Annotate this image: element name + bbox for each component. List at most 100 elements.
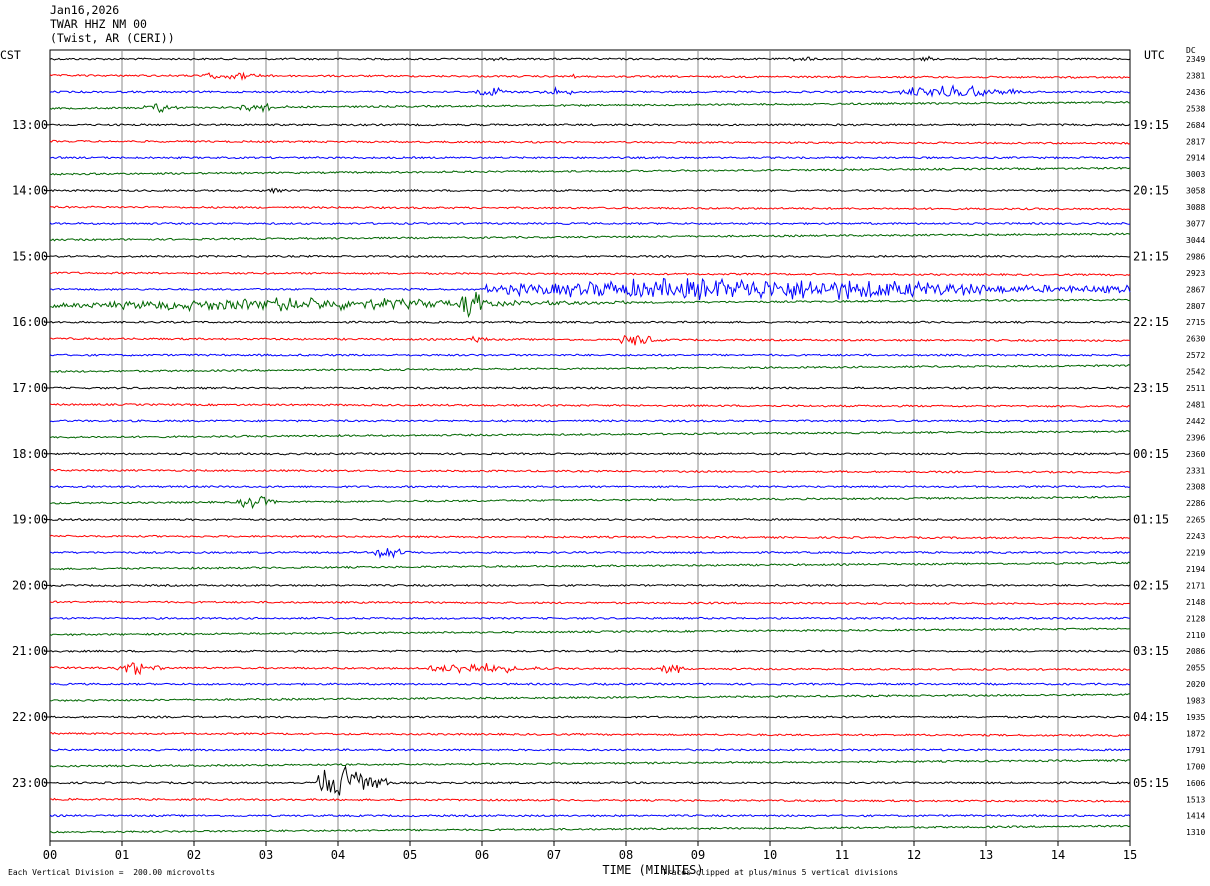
dc-offset-label: 2128: [1186, 614, 1205, 623]
x-tick-label: 12: [907, 848, 921, 862]
dc-offset-label: 2542: [1186, 368, 1205, 377]
dc-offset-label: 3058: [1186, 187, 1205, 196]
trace-line: [49, 166, 1131, 176]
x-tick-label: 05: [403, 848, 417, 862]
dc-offset-label: 2442: [1186, 417, 1205, 426]
dc-offset-label: 2914: [1186, 154, 1205, 163]
trace-line: [49, 334, 1131, 346]
x-tick-label: 06: [475, 848, 489, 862]
dc-offset-label: 1872: [1186, 729, 1205, 738]
x-tick-label: 02: [187, 848, 201, 862]
dc-offset-label: 3003: [1186, 170, 1205, 179]
trace-line: [49, 100, 1131, 114]
trace-line: [49, 402, 1131, 408]
dc-offset-label: 2381: [1186, 71, 1205, 80]
trace-line: [49, 693, 1131, 702]
trace-line: [49, 254, 1131, 258]
trace-line: [49, 232, 1131, 242]
cst-hour-label: 20:00: [12, 578, 48, 592]
trace-line: [49, 583, 1131, 587]
cst-hour-label: 22:00: [12, 710, 48, 724]
trace-line: [49, 485, 1131, 489]
x-tick-label: 14: [1051, 848, 1065, 862]
dc-offset-label: 2396: [1186, 433, 1205, 442]
x-tick-label: 13: [979, 848, 993, 862]
x-tick-label: 09: [691, 848, 705, 862]
dc-offset-label: 2715: [1186, 318, 1205, 327]
cst-hour-label: 18:00: [12, 447, 48, 461]
dc-offset-label: 2308: [1186, 483, 1205, 492]
cst-hour-label: 19:00: [12, 513, 48, 527]
dc-offset-label: 1791: [1186, 746, 1205, 755]
seismic-traces: [49, 55, 1131, 834]
dc-offset-label: 1983: [1186, 697, 1205, 706]
dc-offset-label: 1606: [1186, 779, 1205, 788]
utc-hour-label: 01:15: [1133, 513, 1169, 527]
axis-labels: 00 01 02 03 04 05 06 07 08 09 10 11 12 13 14 15TIME (MI…: [12, 55, 1205, 877]
utc-hour-label: 22:15: [1133, 315, 1169, 329]
dc-offset-label: 2194: [1186, 565, 1205, 574]
trace-line: [49, 419, 1131, 423]
trace-line: [49, 277, 1131, 301]
cst-hour-label: 14:00: [12, 184, 48, 198]
trace-line: [49, 682, 1131, 686]
utc-hour-label: 20:15: [1133, 184, 1169, 198]
trace-line: [49, 600, 1131, 606]
dc-offset-label: 2171: [1186, 581, 1205, 590]
trace-line: [49, 765, 1131, 796]
x-tick-label: 11: [835, 848, 849, 862]
dc-offset-label: 2572: [1186, 351, 1205, 360]
trace-line: [49, 797, 1131, 803]
dc-offset-label: 1310: [1186, 828, 1205, 837]
dc-offset-label: 2923: [1186, 269, 1205, 278]
trace-line: [49, 156, 1131, 160]
dc-offset-label: 2148: [1186, 598, 1205, 607]
trace-line: [49, 187, 1131, 195]
utc-hour-label: 00:15: [1133, 447, 1169, 461]
trace-line: [49, 429, 1131, 439]
trace-line: [49, 649, 1131, 653]
dc-offset-label: 2219: [1186, 549, 1205, 558]
dc-offset-label: 2086: [1186, 647, 1205, 656]
dc-offset-label: 2684: [1186, 121, 1205, 130]
utc-hour-label: 03:15: [1133, 644, 1169, 658]
trace-line: [49, 748, 1131, 752]
trace-line: [49, 139, 1131, 145]
utc-hour-label: 21:15: [1133, 249, 1169, 263]
dc-offset-label: 2055: [1186, 664, 1205, 673]
trace-line: [49, 468, 1131, 474]
seismogram-plot: 00 01 02 03 04 05 06 07 08 09 10 11 12 13 14 15TIME (MI…: [12, 49, 1205, 877]
utc-hour-label: 19:15: [1133, 118, 1169, 132]
x-tick-label: 03: [259, 848, 273, 862]
trace-line: [49, 758, 1131, 768]
trace-line: [50, 561, 1131, 571]
utc-hour-label: 02:15: [1133, 578, 1169, 592]
dc-offset-label: 2867: [1186, 285, 1205, 294]
dc-offset-label: 2807: [1186, 302, 1205, 311]
cst-hour-label: 15:00: [12, 249, 48, 263]
dc-offset-label: 1513: [1186, 795, 1205, 804]
dc-offset-label: 2265: [1186, 516, 1205, 525]
dc-offset-label: 2817: [1186, 137, 1205, 146]
trace-line: [49, 814, 1131, 818]
dc-offset-label: 2360: [1186, 450, 1205, 459]
trace-line: [49, 452, 1131, 456]
dc-offset-label: 2481: [1186, 400, 1205, 409]
trace-line: [49, 271, 1131, 277]
trace-line: [49, 616, 1131, 620]
trace-line: [49, 320, 1131, 324]
x-tick-label: 08: [619, 848, 633, 862]
utc-hour-label: 05:15: [1133, 776, 1169, 790]
trace-line: [49, 518, 1131, 522]
trace-line: [49, 353, 1130, 357]
trace-line: [49, 824, 1131, 834]
trace-line: [49, 55, 1131, 62]
dc-offset-label: 2349: [1186, 55, 1205, 64]
dc-offset-label: 2110: [1186, 631, 1205, 640]
x-tick-label: 01: [115, 848, 129, 862]
dc-offset-label: 3077: [1186, 220, 1205, 229]
scale-note: Each Vertical Division = 200.00 microvol…: [8, 868, 216, 877]
utc-hour-label: 04:15: [1133, 710, 1169, 724]
clip-note: Traces clipped at plus/minus 5 vertical …: [662, 868, 899, 877]
dc-offset-label: 1935: [1186, 713, 1205, 722]
